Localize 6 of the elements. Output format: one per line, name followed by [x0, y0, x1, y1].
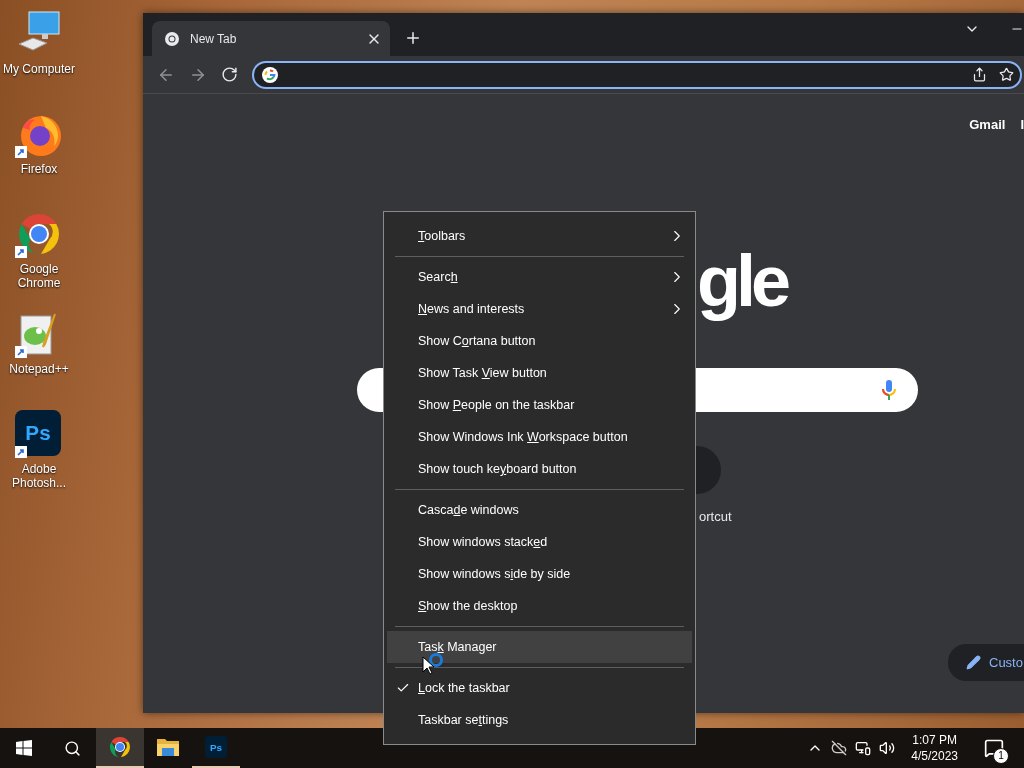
time-text: 1:07 PM [912, 732, 957, 748]
photoshop-icon: Ps [15, 410, 61, 456]
notification-count: 1 [993, 748, 1009, 764]
photoshop-icon: Ps [205, 736, 227, 758]
date-text: 4/5/2023 [911, 748, 958, 764]
shortcut-label: ortcut [699, 509, 732, 525]
